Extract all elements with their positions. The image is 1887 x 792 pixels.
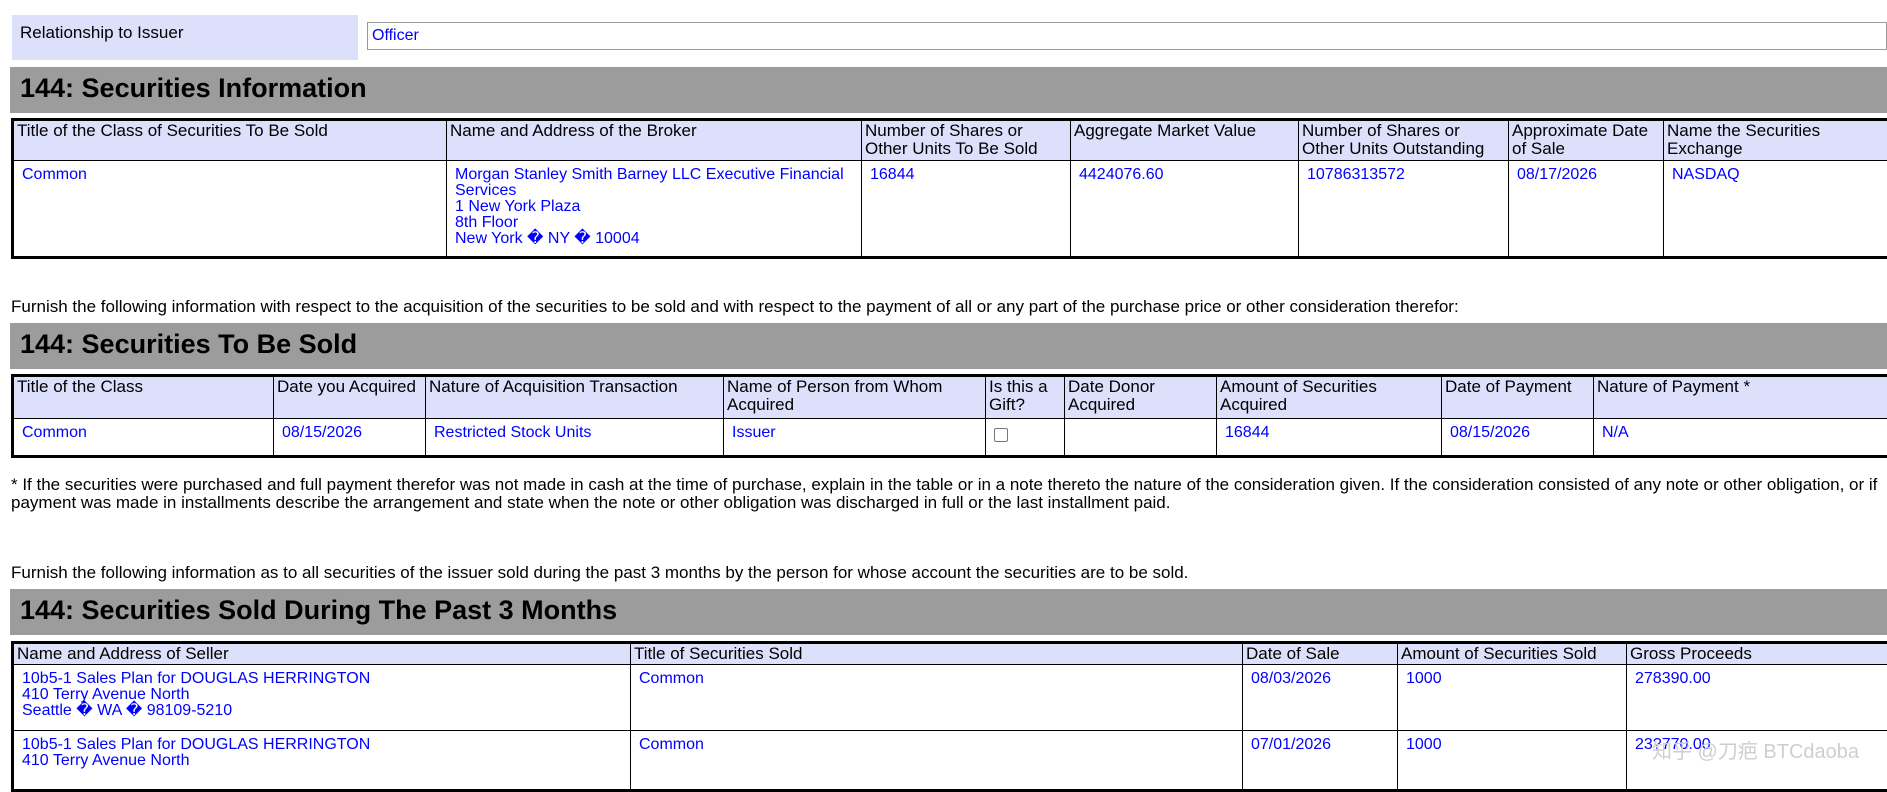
table-header-row: Title of the Class of Securities To Be S… <box>13 120 1887 161</box>
col-header: Name and Address of the Broker <box>447 120 862 161</box>
securities-to-be-sold-table: Title of the Class Date you Acquired Nat… <box>11 374 1887 458</box>
table-header-row: Name and Address of Seller Title of Secu… <box>13 643 1887 665</box>
relationship-label: Relationship to Issuer <box>12 15 358 60</box>
col-header: Title of the Class <box>13 376 274 419</box>
section-heading-securities-info: 144: Securities Information <box>10 67 1887 113</box>
col-header: Title of the Class of Securities To Be S… <box>13 120 447 161</box>
gift-checkbox[interactable] <box>994 428 1008 442</box>
cell-outstanding: 10786313572 <box>1299 161 1509 258</box>
col-header: Name of Person from Whom Acquired <box>724 376 986 419</box>
relationship-field[interactable]: Officer <box>367 22 1887 50</box>
cell-date: 08/17/2026 <box>1509 161 1664 258</box>
cell-title: Common <box>631 665 1243 731</box>
table-row: 10b5-1 Sales Plan for DOUGLAS HERRINGTON… <box>13 731 1887 791</box>
cell-amount: 1000 <box>1398 665 1627 731</box>
cell-date: 07/01/2026 <box>1243 731 1398 791</box>
col-header: Name the Securities Exchange <box>1664 120 1887 161</box>
section-heading-past-3-months: 144: Securities Sold During The Past 3 M… <box>10 589 1887 635</box>
seller-address-line: Seattle � WA � 98109-5210 <box>22 703 622 719</box>
furnish-past-sales-text: Furnish the following information as to … <box>11 564 1887 582</box>
cell-title: Common <box>631 731 1243 791</box>
footnote-text: * If the securities were purchased and f… <box>11 476 1887 512</box>
col-header: Date you Acquired <box>274 376 426 419</box>
cell-payment-date: 08/15/2026 <box>1442 419 1594 457</box>
cell-seller: 10b5-1 Sales Plan for DOUGLAS HERRINGTON… <box>13 665 631 731</box>
seller-name: 10b5-1 Sales Plan for DOUGLAS HERRINGTON <box>22 737 622 753</box>
section-heading-to-be-sold: 144: Securities To Be Sold <box>10 323 1887 369</box>
table-header-row: Title of the Class Date you Acquired Nat… <box>13 376 1887 419</box>
cell-shares: 16844 <box>862 161 1071 258</box>
col-header: Title of Securities Sold <box>631 643 1243 665</box>
cell-amount: 1000 <box>1398 731 1627 791</box>
col-header: Date of Payment <box>1442 376 1594 419</box>
broker-name: Morgan Stanley Smith Barney LLC Executiv… <box>455 167 853 199</box>
broker-address-line: 8th Floor <box>455 215 853 231</box>
cell-date-acquired: 08/15/2026 <box>274 419 426 457</box>
cell-amount: 16844 <box>1217 419 1442 457</box>
cell-payment-nature: N/A <box>1594 419 1887 457</box>
broker-address-line: New York � NY � 10004 <box>455 231 853 247</box>
cell-donor-date <box>1065 419 1217 457</box>
col-header: Number of Shares or Other Units Outstand… <box>1299 120 1509 161</box>
table-row: Common 08/15/2026 Restricted Stock Units… <box>13 419 1887 457</box>
col-header: Aggregate Market Value <box>1071 120 1299 161</box>
cell-title: Common <box>13 161 447 258</box>
col-header: Gross Proceeds <box>1627 643 1887 665</box>
relationship-row: Relationship to Issuer Officer <box>12 15 1887 60</box>
past-3-months-table: Name and Address of Seller Title of Secu… <box>11 641 1887 792</box>
watermark: 知乎 @刀疤 BTCdaoba <box>1652 735 1859 764</box>
cell-gift <box>986 419 1065 457</box>
table-row: Common Morgan Stanley Smith Barney LLC E… <box>13 161 1887 258</box>
col-header: Date Donor Acquired <box>1065 376 1217 419</box>
furnish-acquisition-text: Furnish the following information with r… <box>11 298 1887 316</box>
broker-address-line: 1 New York Plaza <box>455 199 853 215</box>
seller-address-line: 410 Terry Avenue North <box>22 687 622 703</box>
col-header: Amount of Securities Sold <box>1398 643 1627 665</box>
cell-exchange: NASDAQ <box>1664 161 1887 258</box>
table-row: 10b5-1 Sales Plan for DOUGLAS HERRINGTON… <box>13 665 1887 731</box>
cell-broker: Morgan Stanley Smith Barney LLC Executiv… <box>447 161 862 258</box>
seller-name: 10b5-1 Sales Plan for DOUGLAS HERRINGTON <box>22 671 622 687</box>
cell-title: Common <box>13 419 274 457</box>
col-header: Amount of Securities Acquired <box>1217 376 1442 419</box>
col-header: Is this a Gift? <box>986 376 1065 419</box>
col-header: Name and Address of Seller <box>13 643 631 665</box>
cell-person: Issuer <box>724 419 986 457</box>
cell-seller: 10b5-1 Sales Plan for DOUGLAS HERRINGTON… <box>13 731 631 791</box>
col-header: Date of Sale <box>1243 643 1398 665</box>
col-header: Nature of Acquisition Transaction <box>426 376 724 419</box>
col-header: Approximate Date of Sale <box>1509 120 1664 161</box>
cell-date: 08/03/2026 <box>1243 665 1398 731</box>
securities-info-table: Title of the Class of Securities To Be S… <box>11 118 1887 259</box>
cell-market-value: 4424076.60 <box>1071 161 1299 258</box>
seller-address-line: 410 Terry Avenue North <box>22 753 622 769</box>
col-header: Number of Shares or Other Units To Be So… <box>862 120 1071 161</box>
cell-nature: Restricted Stock Units <box>426 419 724 457</box>
col-header: Nature of Payment * <box>1594 376 1887 419</box>
cell-proceeds: 278390.00 <box>1627 665 1887 731</box>
